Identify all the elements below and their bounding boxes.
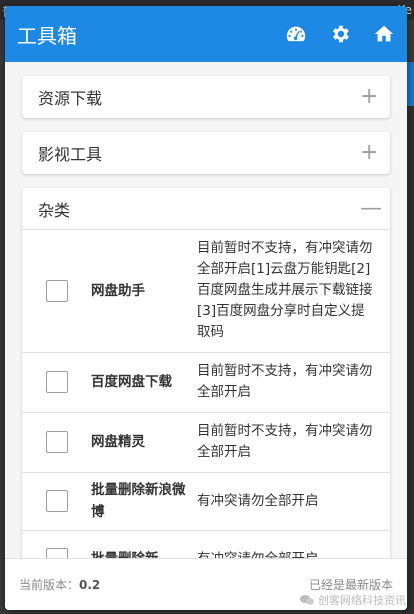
section-misc: 杂类 — 网盘助手 目前暂时不支持，有冲突请勿全部开启[1]云盘万能钥匙[2]百… xyxy=(22,188,390,558)
home-icon[interactable] xyxy=(373,23,395,45)
table-row: 网盘助手 目前暂时不支持，有冲突请勿全部开启[1]云盘万能钥匙[2]百度网盘生成… xyxy=(22,230,390,353)
panel-header: 工具箱 xyxy=(5,6,407,62)
tool-name: 网盘精灵 xyxy=(90,412,197,473)
watermark: 创客网络科技资讯 xyxy=(300,592,406,608)
toolbox-panel: 工具箱 资源下载 + 影视工具 + 杂类 — 网盘助手 目前暂时不支持，有冲突请… xyxy=(5,6,407,610)
tool-name: 百度网盘下载 xyxy=(90,352,197,413)
section-header[interactable]: 杂类 — xyxy=(22,188,390,230)
dashboard-icon[interactable] xyxy=(285,23,307,45)
version-value: 0.2 xyxy=(79,578,101,592)
panel-title: 工具箱 xyxy=(17,23,77,48)
tool-description: 有冲突请勿全部开启 xyxy=(197,472,390,531)
tool-name: 批量删除新浪微博 xyxy=(90,472,197,531)
misc-tools-table: 网盘助手 目前暂时不支持，有冲突请勿全部开启[1]云盘万能钥匙[2]百度网盘生成… xyxy=(22,230,390,558)
tool-description: 目前暂时不支持，有冲突请勿全部开启[1]云盘万能钥匙[2]百度网盘生成并展示下载… xyxy=(197,230,390,353)
table-row: 网盘精灵 目前暂时不支持，有冲突请勿全部开启 xyxy=(22,412,390,473)
section-resource-download[interactable]: 资源下载 + xyxy=(22,76,390,118)
tool-checkbox[interactable] xyxy=(46,279,68,302)
section-header[interactable]: 影视工具 + xyxy=(22,132,390,174)
tool-checkbox[interactable] xyxy=(46,490,68,512)
tool-checkbox[interactable] xyxy=(46,431,68,453)
expand-plus-icon[interactable]: + xyxy=(360,142,378,164)
section-label: 杂类 xyxy=(38,200,71,220)
table-row: 批量删除新 有冲突请勿全部开启 xyxy=(22,530,390,558)
tool-name: 网盘助手 xyxy=(90,230,197,353)
update-status: 已经是最新版本 xyxy=(308,578,393,592)
version-label: 当前版本： xyxy=(19,578,80,592)
watermark-text: 创客网络科技资讯 xyxy=(318,594,406,607)
section-label: 影视工具 xyxy=(38,145,103,164)
tool-description: 有冲突请勿全部开启 xyxy=(197,530,390,558)
version-info: 当前版本：0.2 xyxy=(19,576,309,593)
tool-checkbox[interactable] xyxy=(46,371,68,393)
collapse-minus-icon[interactable]: — xyxy=(360,197,382,220)
section-video-tools[interactable]: 影视工具 + xyxy=(22,132,390,174)
tool-description: 目前暂时不支持，有冲突请勿全部开启 xyxy=(197,352,390,413)
panel-content: 资源下载 + 影视工具 + 杂类 — 网盘助手 目前暂时不支持，有冲突请勿全部开… xyxy=(5,62,407,558)
section-label: 资源下载 xyxy=(38,89,103,108)
tool-name: 批量删除新 xyxy=(90,530,197,558)
gear-icon[interactable] xyxy=(329,23,351,45)
tool-description: 目前暂时不支持，有冲突请勿全部开启 xyxy=(197,412,390,473)
table-row: 百度网盘下载 目前暂时不支持，有冲突请勿全部开启 xyxy=(22,352,390,413)
wechat-icon xyxy=(300,595,314,605)
table-row: 批量删除新浪微博 有冲突请勿全部开启 xyxy=(22,472,390,531)
tool-checkbox[interactable] xyxy=(46,548,68,558)
expand-plus-icon[interactable]: + xyxy=(360,86,378,108)
section-header[interactable]: 资源下载 + xyxy=(22,76,390,118)
